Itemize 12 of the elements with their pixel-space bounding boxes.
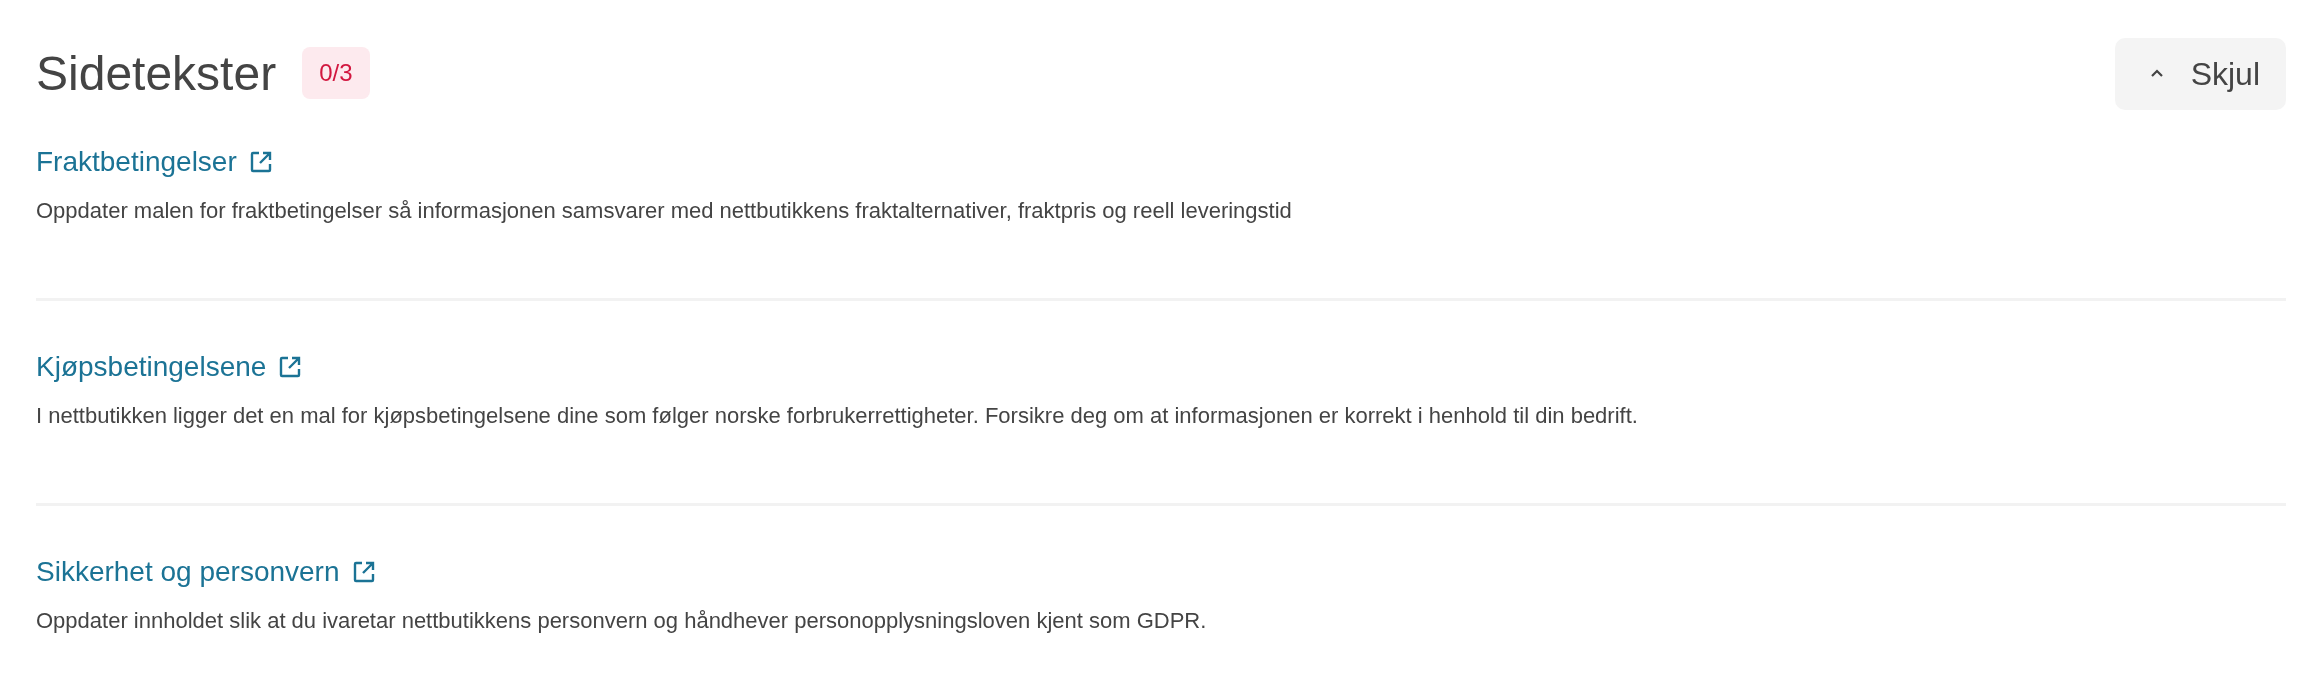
page-link[interactable]: Fraktbetingelser bbox=[36, 146, 273, 178]
page-link[interactable]: Kjøpsbetingelsene bbox=[36, 351, 303, 383]
description-text: I nettbutikken ligger det en mal for kjøpsbetingelsene dine som følger norske forbrukerrettigheter. Forsikre deg om at informasjonen er korrekt i henhold til din bedrift. bbox=[36, 403, 1639, 429]
count-badge: 0/3 bbox=[302, 47, 370, 99]
description-text: Oppdater malen for fraktbetingelser så informasjonen samsvarer med nettbutikkens fraktalternativer, fraktpris og reell leveringstid bbox=[36, 198, 1293, 224]
external-link-icon bbox=[248, 150, 273, 174]
hide-button[interactable]: Skjul bbox=[2114, 38, 2286, 110]
external-link-icon bbox=[351, 560, 376, 584]
external-link-icon bbox=[278, 355, 303, 379]
description-text: Oppdater innholdet slik at du ivaretar nettbutikkens personvern og håndhever personopplysningsloven kjent som GDPR. bbox=[36, 608, 1208, 634]
section-title: Sidetekster bbox=[36, 45, 277, 101]
page-link[interactable]: Sikkerhet og personvern bbox=[36, 556, 376, 588]
